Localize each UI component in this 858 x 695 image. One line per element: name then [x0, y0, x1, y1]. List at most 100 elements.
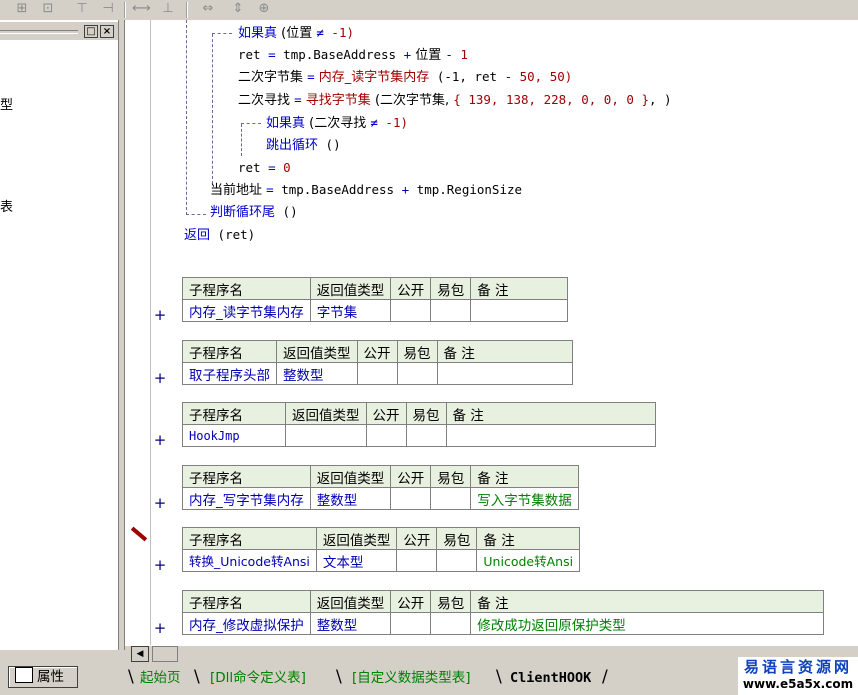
subprogram-name[interactable]: HookJmp — [182, 424, 286, 447]
scroll-left-icon[interactable]: ◀ — [131, 646, 149, 662]
code-line[interactable]: 二次寻找 = 寻找字节集 (二次字节集, { 139, 138, 228, 0,… — [238, 90, 672, 111]
code-token: - — [504, 69, 513, 84]
flow-guide — [241, 124, 242, 156]
subprogram-public[interactable] — [390, 487, 432, 510]
scroll-thumb[interactable] — [152, 646, 178, 662]
property-tab-label: 属性 — [37, 669, 64, 685]
editor-gutter — [125, 20, 151, 645]
subprogram-package[interactable] — [436, 549, 478, 572]
code-line[interactable]: 如果真 (二次寻找 ≠ -1) — [266, 113, 408, 134]
subprogram-return-type[interactable]: 文本型 — [315, 549, 398, 572]
flow-guide — [186, 20, 187, 215]
code-token: -1) — [377, 115, 408, 130]
col-header-public: 公开 — [390, 465, 432, 488]
subprogram-return-type[interactable]: 整数型 — [276, 362, 358, 385]
subprogram-note[interactable] — [445, 424, 656, 447]
col-header-name: 子程序名 — [182, 590, 311, 613]
code-token: 二次字节集 — [238, 70, 308, 85]
subprogram-public[interactable] — [396, 549, 438, 572]
subprogram-name[interactable]: 内存_写字节集内存 — [182, 487, 311, 510]
code-token: { 139, 138, 228, 0, 0, 0 } — [453, 92, 649, 107]
flow-guide — [186, 214, 206, 215]
close-icon[interactable]: × — [100, 25, 114, 38]
same-height-icon[interactable]: ⇕ — [230, 2, 246, 16]
code-token: (二次寻找 — [305, 116, 371, 131]
same-size-icon[interactable]: ⊕ — [256, 2, 272, 16]
distribute-h-icon[interactable]: ⟷ — [132, 2, 151, 16]
expand-icon[interactable]: + — [153, 369, 167, 387]
distribute-v-icon[interactable]: ⊥ — [160, 2, 176, 16]
tab-custom-data-types[interactable]: [自定义数据类型表] — [352, 668, 471, 688]
code-token: tmp.BaseAddress — [275, 47, 404, 62]
subprogram-public[interactable] — [390, 612, 432, 635]
code-token: tmp.BaseAddress — [273, 182, 402, 197]
tab-dll-commands[interactable]: [Dll命令定义表] — [210, 668, 306, 688]
code-token: 内存_读字节集内存 — [314, 70, 430, 85]
subprogram-package[interactable] — [430, 487, 472, 510]
subprogram-note[interactable]: Unicode转Ansi — [476, 549, 581, 572]
code-token: + — [403, 47, 412, 62]
col-header-package: 易包 — [430, 277, 472, 300]
code-line[interactable]: 判断循环尾 () — [210, 202, 298, 223]
toolbar: ⊞ ⊡ ⊤ ⊣ ⟷ ⊥ ⇔ ⇕ ⊕ — [0, 0, 858, 20]
expand-icon[interactable]: + — [153, 619, 167, 637]
expand-icon[interactable]: + — [153, 494, 167, 512]
subprogram-public[interactable] — [356, 362, 398, 385]
subprogram-public[interactable] — [365, 424, 407, 447]
code-line[interactable]: 跳出循环 () — [266, 135, 341, 156]
subprogram-public[interactable] — [390, 299, 432, 322]
properties-icon — [15, 667, 33, 683]
subprogram-package[interactable] — [405, 424, 447, 447]
property-tab[interactable]: 属性 — [8, 666, 78, 688]
col-header-return-type: 返回值类型 — [276, 340, 358, 363]
flow-guide — [241, 123, 261, 124]
code-line[interactable]: ret = tmp.BaseAddress + 位置 - 1 — [238, 45, 468, 66]
subprogram-return-type[interactable] — [285, 424, 367, 447]
subprogram-package[interactable] — [430, 299, 472, 322]
subprogram-package[interactable] — [396, 362, 438, 385]
code-line[interactable]: ret = 0 — [238, 158, 291, 178]
code-line[interactable]: 如果真 (位置 ≠ -1) — [238, 23, 354, 44]
expand-icon[interactable]: + — [153, 306, 167, 324]
logo-title: 易语言资源网 — [743, 658, 852, 676]
subprogram-name[interactable]: 内存_读字节集内存 — [182, 299, 311, 322]
code-line[interactable]: 返回 (ret) — [184, 225, 255, 246]
subprogram-note[interactable]: 修改成功返回原保护类型 — [470, 612, 825, 635]
code-token: = — [307, 69, 315, 84]
subprogram-note[interactable] — [470, 299, 569, 322]
code-line[interactable]: 二次字节集 = 内存_读字节集内存 (-1, ret - 50, 50) — [238, 67, 572, 88]
code-token: + — [401, 182, 410, 197]
align-left-icon[interactable]: ⊞ — [14, 2, 30, 16]
col-header-package: 易包 — [430, 590, 472, 613]
subprogram-package[interactable] — [430, 612, 472, 635]
code-token: 50, 50) — [512, 69, 573, 84]
col-header-name: 子程序名 — [182, 402, 286, 425]
tab-client-hook[interactable]: ClientHOOK — [510, 668, 591, 688]
col-header-name: 子程序名 — [182, 527, 317, 550]
subprogram-note[interactable] — [436, 362, 573, 385]
align-top-icon[interactable]: ⊤ — [74, 2, 90, 16]
subprogram-note[interactable]: 写入字节集数据 — [470, 487, 579, 510]
align-right-icon[interactable]: ⊣ — [100, 2, 116, 16]
restore-icon[interactable]: □ — [84, 25, 98, 38]
subprogram-name[interactable]: 转换_Unicode转Ansi — [182, 549, 317, 572]
align-center-icon[interactable]: ⊡ — [40, 2, 56, 16]
subprogram-table: 子程序名 返回值类型 公开 易包备 注 内存_读字节集内存 字节集 — [182, 277, 569, 322]
subprogram-table: 子程序名 返回值类型 公开 易包备 注 取子程序头部 整数型 — [182, 340, 573, 385]
subprogram-name[interactable]: 内存_修改虚拟保护 — [182, 612, 311, 635]
code-token: () — [318, 137, 341, 152]
subprogram-name[interactable]: 取子程序头部 — [182, 362, 277, 385]
col-header-package: 易包 — [405, 402, 447, 425]
subprogram-return-type[interactable]: 整数型 — [309, 487, 392, 510]
code-token: 0 — [275, 160, 291, 175]
subprogram-return-type[interactable]: 整数型 — [309, 612, 392, 635]
expand-icon[interactable]: + — [153, 431, 167, 449]
flow-guide — [212, 34, 213, 184]
tab-start-page[interactable]: 起始页 — [140, 668, 181, 688]
code-token: ret — [238, 160, 269, 175]
subprogram-return-type[interactable]: 字节集 — [309, 299, 392, 322]
expand-icon[interactable]: + — [153, 556, 167, 574]
same-width-icon[interactable]: ⇔ — [200, 2, 216, 16]
code-line[interactable]: 当前地址 = tmp.BaseAddress + tmp.RegionSize — [210, 180, 522, 201]
col-header-name: 子程序名 — [182, 465, 311, 488]
